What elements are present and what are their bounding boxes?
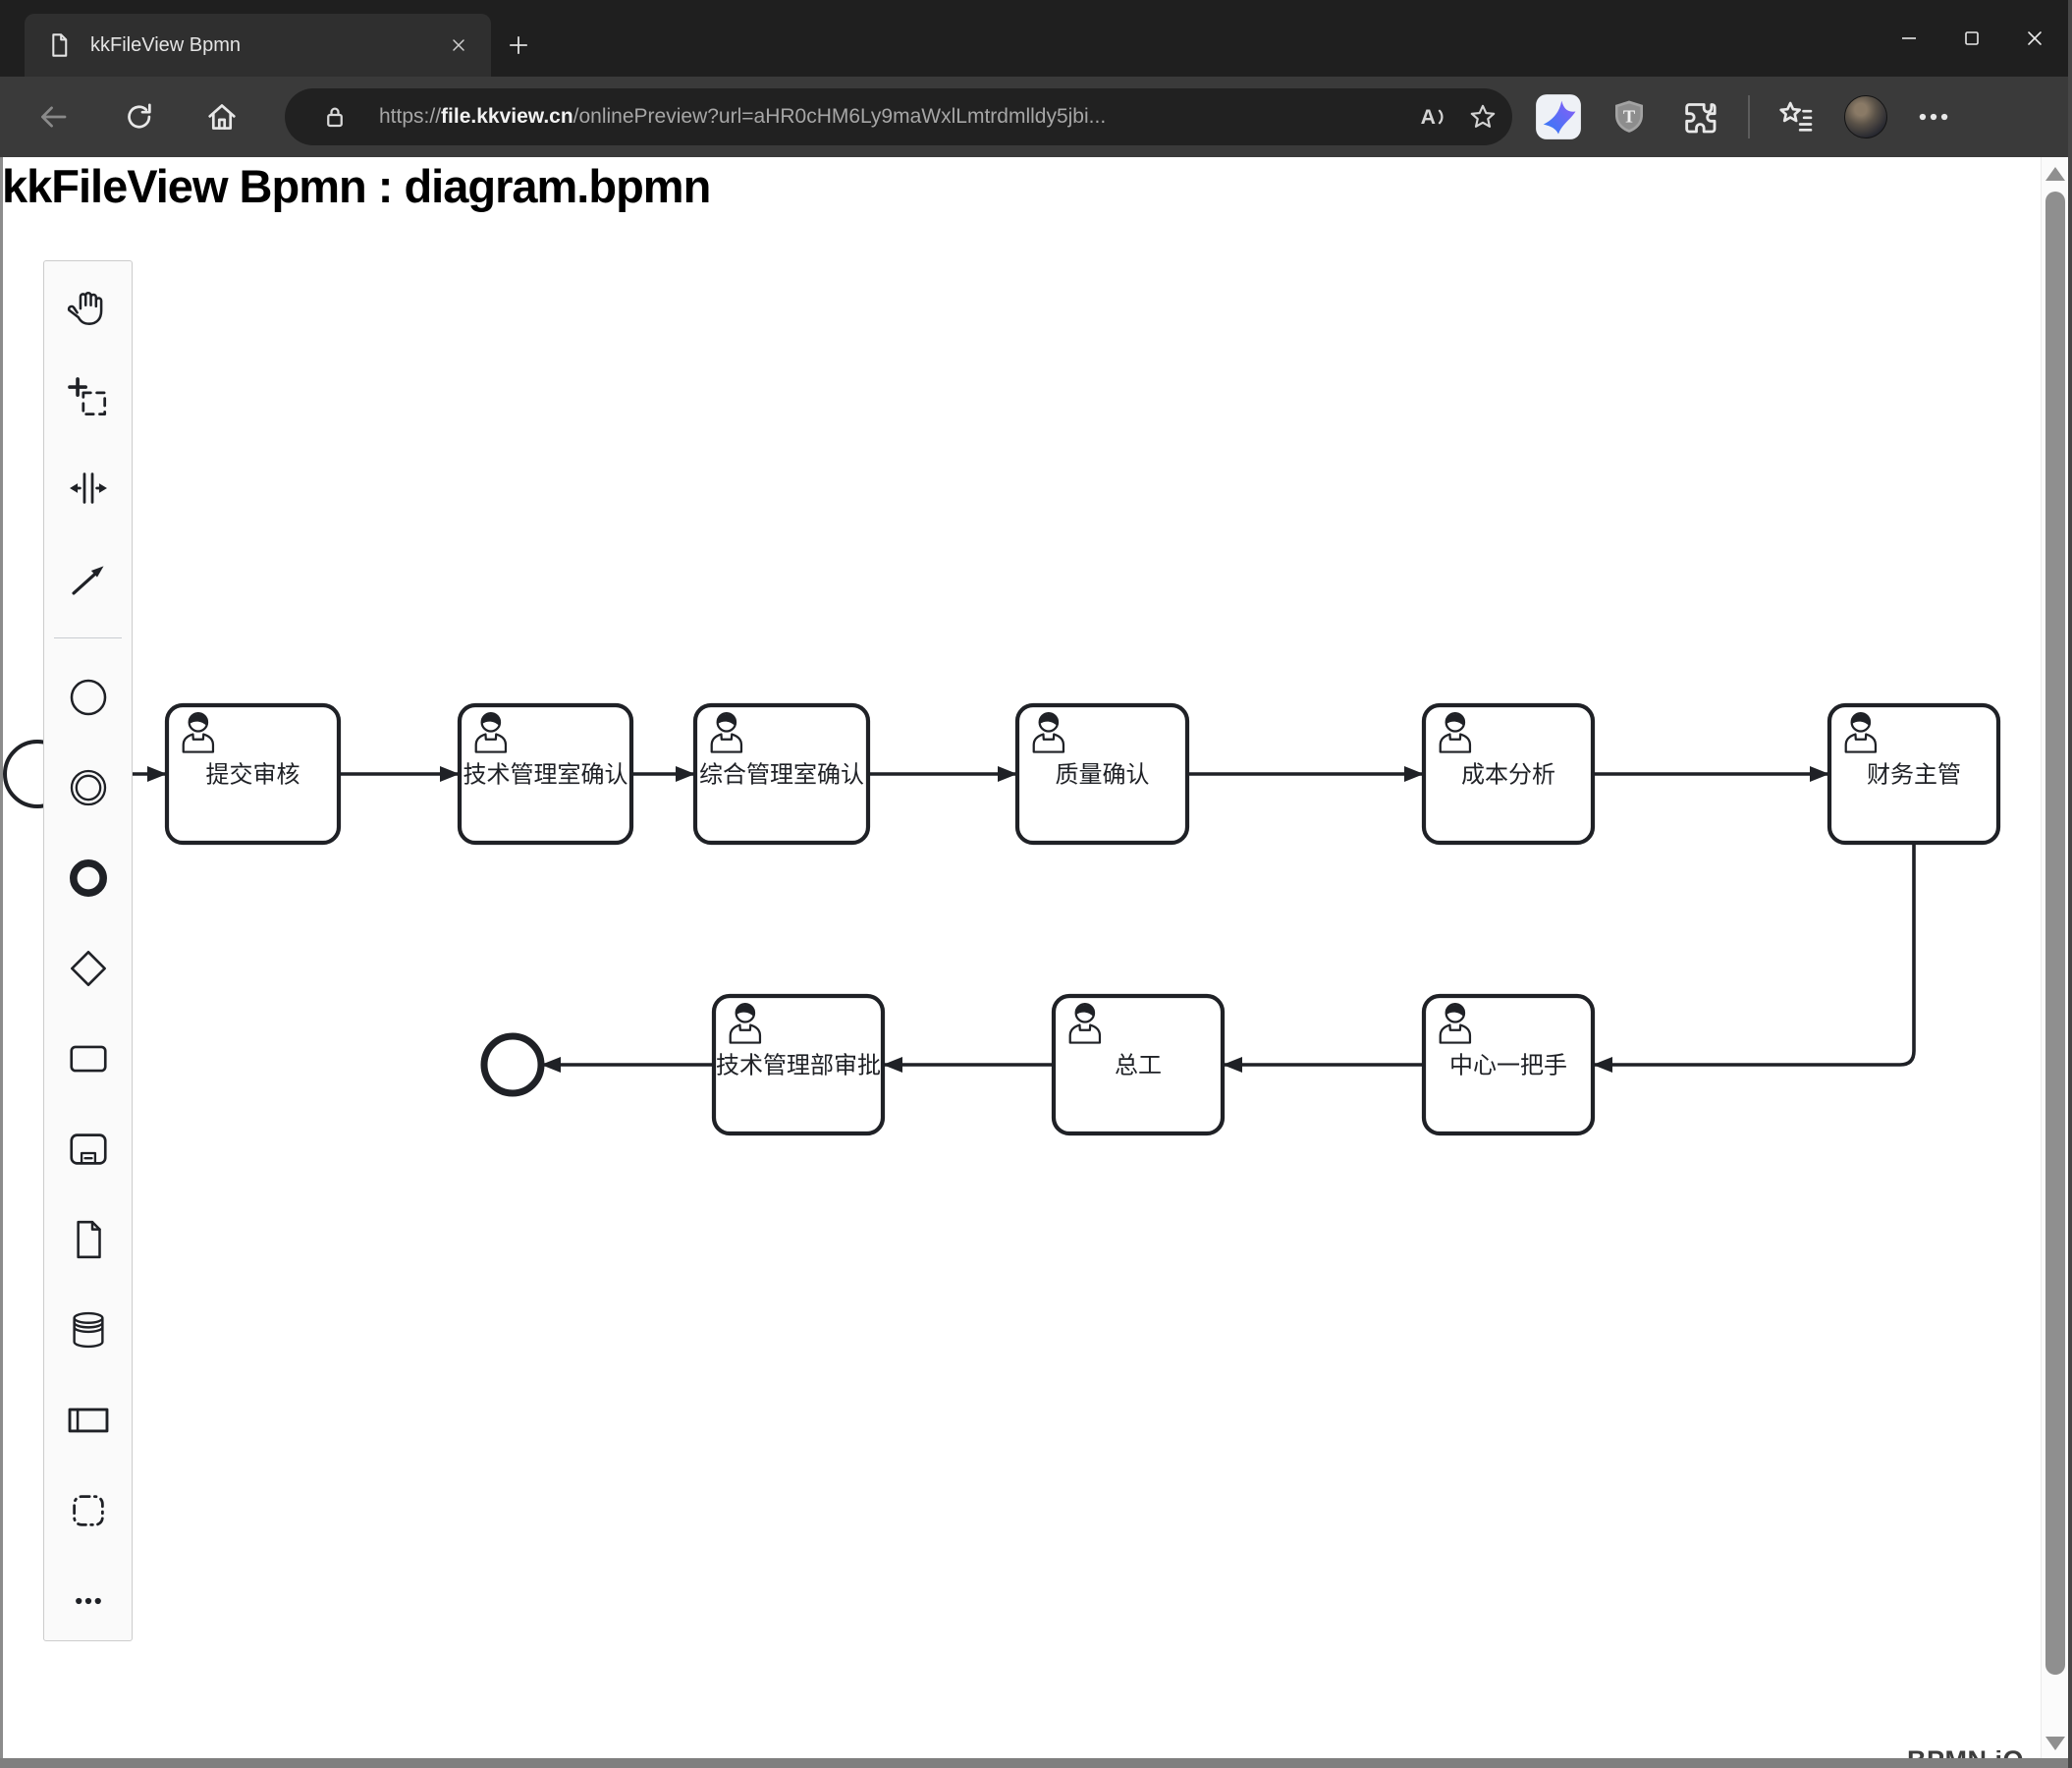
palette-create-subprocess-icon[interactable]: .f{fill:#1f2126;stroke:none} [44, 1104, 132, 1194]
palette-more-tools-icon[interactable]: .f{fill:#1f2126;stroke:none} [44, 1556, 132, 1646]
bpmn-user-task[interactable]: 提交审核 [164, 702, 342, 846]
favorite-star-icon[interactable] [1461, 95, 1504, 138]
vertical-scrollbar[interactable] [2041, 157, 2068, 1758]
svg-text:A: A [1421, 105, 1436, 129]
new-tab-button[interactable] [497, 26, 540, 65]
window-maximize-button[interactable] [1940, 0, 2003, 77]
url-text: https://file.kkview.cn/onlinePreview?url… [379, 105, 1410, 129]
window-minimize-button[interactable] [1878, 0, 1940, 77]
task-label: 财务主管 [1867, 762, 1961, 789]
palette-hand-tool-icon[interactable]: .f{fill:#1f2126;stroke:none} [44, 262, 132, 353]
lock-icon [327, 107, 343, 128]
sequence-flow[interactable] [1593, 843, 1916, 1073]
browser-toolbar: https://file.kkview.cn/onlinePreview?url… [0, 77, 2072, 157]
page-favicon-icon [52, 33, 68, 57]
end-event[interactable] [480, 1032, 545, 1097]
address-bar[interactable]: https://file.kkview.cn/onlinePreview?url… [285, 88, 1512, 145]
window-controls [1878, 0, 2066, 77]
task-label: 技术管理室确认 [463, 762, 628, 789]
palette-create-start-event-icon[interactable]: .f{fill:#1f2126;stroke:none} [44, 652, 132, 743]
palette-create-end-event-icon[interactable]: .f{fill:#1f2126;stroke:none} [44, 833, 132, 923]
back-icon[interactable] [26, 89, 81, 144]
browser-tab[interactable]: kkFileView Bpmn [25, 14, 491, 77]
bpmn-user-task[interactable]: 财务主管 [1827, 702, 2001, 846]
palette-create-data-store-icon[interactable]: .f{fill:#1f2126;stroke:none} [44, 1285, 132, 1375]
read-aloud-icon[interactable]: A [1410, 95, 1453, 138]
palette-global-connect-tool-icon[interactable]: .f{fill:#1f2126;stroke:none} [44, 533, 132, 624]
bpmn-user-task[interactable]: 综合管理室确认 [692, 702, 871, 846]
window-right-border [2068, 0, 2072, 1768]
task-label: 中心一把手 [1449, 1053, 1567, 1079]
url-domain: file.kkview.cn [441, 105, 573, 128]
tab-close-icon[interactable] [442, 28, 475, 62]
palette-space-tool-icon[interactable]: .f{fill:#1f2126;stroke:none} [44, 443, 132, 533]
window-close-button[interactable] [2003, 0, 2066, 77]
palette-separator [54, 637, 122, 638]
tab-title: kkFileView Bpmn [90, 33, 242, 56]
more-menu-icon[interactable] [1909, 92, 1958, 141]
page-title: kkFileView Bpmn : diagram.bpmn [2, 160, 711, 212]
bpmn-user-task[interactable]: 质量确认 [1014, 702, 1190, 846]
scroll-up-arrow-icon[interactable] [2045, 167, 2065, 181]
task-label: 质量确认 [1056, 762, 1150, 789]
extensions-puzzle-icon[interactable] [1675, 92, 1724, 141]
bpmn-user-task[interactable]: 技术管理部审批 [711, 993, 886, 1136]
palette-create-participant-icon[interactable]: .f{fill:#1f2126;stroke:none} [44, 1375, 132, 1465]
task-label: 成本分析 [1461, 762, 1555, 789]
bpmn-user-task[interactable]: 成本分析 [1421, 702, 1596, 846]
url-scheme: https:// [379, 105, 442, 128]
bpmn-user-task[interactable]: 中心一把手 [1421, 993, 1596, 1136]
palette-create-group-icon[interactable]: .f{fill:#1f2126;stroke:none} [44, 1465, 132, 1556]
browser-titlebar: kkFileView Bpmn [0, 0, 2072, 77]
palette-lasso-tool-icon[interactable]: .f{fill:#1f2126;stroke:none} [44, 353, 132, 443]
home-icon[interactable] [194, 89, 249, 144]
bpmn-canvas[interactable]: 提交审核 技术管理室确认 综合管理室确认 质量确认 成本分析 财务主管技术管理部审批 总工 中… [0, 157, 2072, 1768]
task-label: 技术管理部审批 [716, 1053, 881, 1079]
window-bottom-border [0, 1758, 2072, 1768]
bpmn-user-task[interactable]: 技术管理室确认 [457, 702, 634, 846]
tampermonkey-extension-icon[interactable]: T [1605, 92, 1654, 141]
scrollbar-thumb[interactable] [2045, 192, 2065, 1675]
url-path: /onlinePreview?url=aHR0cHM6Ly9maWxlLmtrd… [573, 105, 1107, 128]
bpmn-palette: .f{fill:#1f2126;stroke:none}.f{fill:#1f2… [43, 260, 133, 1641]
refresh-icon[interactable] [112, 89, 167, 144]
task-label: 总工 [1115, 1053, 1162, 1079]
page-content: kkFileView Bpmn : diagram.bpmn 提交审核 技术管理室… [0, 157, 2072, 1768]
palette-create-data-object-icon[interactable]: .f{fill:#1f2126;stroke:none} [44, 1194, 132, 1285]
browser-window: { "browser": { "tab_title": "kkFileView … [0, 0, 2072, 1768]
thunder-extension-icon[interactable] [1534, 92, 1583, 141]
window-left-border [0, 157, 3, 1768]
profile-avatar[interactable] [1844, 95, 1887, 138]
scroll-down-arrow-icon[interactable] [2045, 1737, 2065, 1750]
task-label: 提交审核 [206, 762, 300, 789]
bpmn-user-task[interactable]: 总工 [1051, 993, 1226, 1136]
palette-create-gateway-icon[interactable]: .f{fill:#1f2126;stroke:none} [44, 923, 132, 1014]
collections-icon[interactable] [1772, 92, 1821, 141]
task-label: 综合管理室确认 [699, 762, 864, 789]
toolbar-divider [1748, 95, 1750, 138]
palette-create-task-icon[interactable]: .f{fill:#1f2126;stroke:none} [44, 1014, 132, 1104]
svg-text:T: T [1623, 107, 1635, 127]
palette-create-intermediate-event-icon[interactable]: .f{fill:#1f2126;stroke:none} [44, 743, 132, 833]
